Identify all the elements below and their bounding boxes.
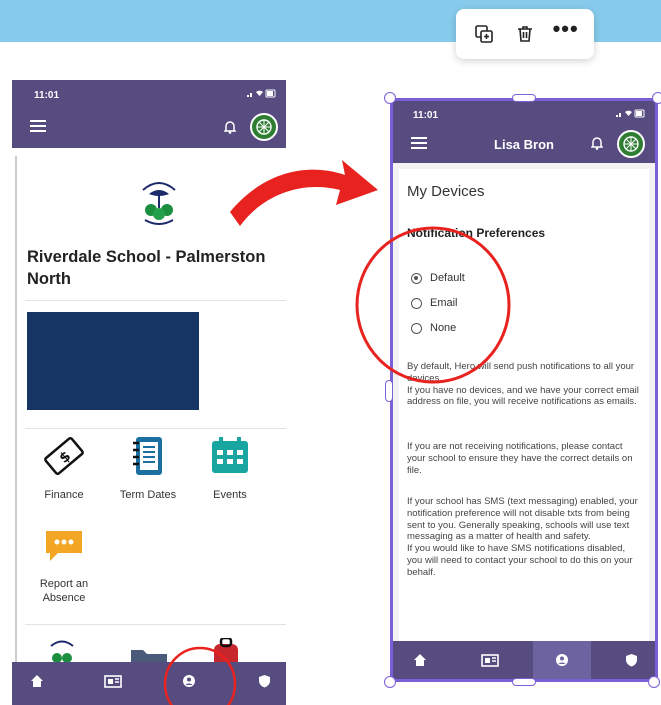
resize-handle-bottom-left[interactable]	[384, 676, 396, 688]
user-name: Lisa Bron	[494, 137, 554, 152]
section-title: Notification Preferences	[407, 226, 546, 240]
status-time: 11:01	[413, 110, 439, 121]
newspaper-icon[interactable]	[104, 674, 122, 693]
status-time: 11:01	[34, 90, 60, 101]
duplicate-icon[interactable]	[469, 19, 499, 49]
radio-button-selected[interactable]	[411, 272, 422, 284]
money-icon: $	[31, 432, 97, 480]
profile-icon[interactable]	[555, 653, 569, 672]
radio-label: Email	[430, 297, 458, 309]
resize-handle-top[interactable]	[512, 94, 536, 102]
radio-none[interactable]: None	[411, 322, 456, 334]
info-paragraph: If your school has SMS (text messaging) …	[407, 496, 638, 578]
status-bar: 11:01	[12, 80, 286, 108]
tile-label: Term Dates	[119, 489, 177, 501]
school-banner-image	[27, 312, 199, 410]
status-bar: 11:01	[393, 101, 655, 127]
more-icon[interactable]: •••	[551, 16, 581, 49]
bottom-navigation	[393, 641, 655, 679]
radio-button[interactable]	[411, 322, 422, 334]
profile-icon[interactable]	[182, 674, 196, 693]
school-home-page: Riverdale School - Palmerston North $ Fi…	[15, 156, 286, 670]
app-bar	[12, 108, 286, 148]
context-toolbar: •••	[456, 9, 594, 59]
tile-term-dates[interactable]: Term Dates	[115, 432, 181, 502]
app-bar: Lisa Bron	[393, 127, 655, 163]
divider	[25, 300, 286, 301]
radio-label: Default	[430, 272, 465, 284]
bell-icon[interactable]	[223, 120, 237, 139]
tile-label: Report an Absence	[39, 578, 89, 604]
radio-email[interactable]: Email	[411, 297, 458, 309]
bell-icon[interactable]	[590, 136, 604, 155]
divider	[25, 428, 286, 429]
school-name: Riverdale School - Palmerston North	[27, 248, 266, 288]
divider	[25, 624, 286, 625]
resize-handle-top-left[interactable]	[384, 92, 396, 104]
shield-icon[interactable]	[625, 653, 638, 672]
resize-handle-bottom-right[interactable]	[648, 676, 660, 688]
school-avatar-icon[interactable]	[617, 130, 645, 158]
calendar-icon	[197, 432, 263, 480]
delete-icon[interactable]	[510, 19, 540, 49]
bottom-navigation	[12, 662, 286, 705]
tile-report-absence[interactable]: Report an Absence	[31, 521, 97, 605]
menu-icon[interactable]	[30, 120, 46, 135]
home-icon[interactable]	[413, 653, 427, 672]
signal-wifi-battery-icon	[615, 109, 645, 121]
radio-default[interactable]: Default	[411, 272, 465, 284]
newspaper-icon[interactable]	[481, 653, 499, 672]
tile-label: Finance	[44, 489, 84, 501]
tile-finance[interactable]: $ Finance	[31, 432, 97, 502]
resize-handle-bottom[interactable]	[512, 678, 536, 686]
resize-handle-left[interactable]	[385, 380, 393, 402]
tile-events[interactable]: Events	[197, 432, 263, 502]
info-paragraph: By default, Hero will send push notifica…	[407, 361, 639, 408]
school-logo	[137, 176, 181, 230]
school-avatar-icon[interactable]	[250, 113, 278, 141]
more-dots: •••	[552, 16, 579, 41]
resize-handle-top-right[interactable]	[652, 92, 661, 104]
right-phone-screenshot[interactable]: 11:01 Lisa Bron My Devices Notification …	[390, 98, 658, 682]
my-devices-card: My Devices Notification Preferences Defa…	[399, 169, 649, 644]
tile-label: Events	[213, 489, 247, 501]
shield-icon[interactable]	[258, 674, 271, 693]
info-paragraph: If you are not receiving notifications, …	[407, 441, 633, 476]
notebook-icon	[115, 432, 181, 480]
signal-wifi-battery-icon	[246, 89, 276, 101]
radio-button[interactable]	[411, 297, 422, 309]
radio-label: None	[430, 322, 457, 334]
home-icon[interactable]	[30, 674, 44, 693]
page-title: My Devices	[407, 183, 485, 200]
chat-bubble-icon	[31, 521, 97, 569]
left-phone-screenshot: 11:01 Riverdale School - Palmerston Nort…	[12, 80, 286, 705]
